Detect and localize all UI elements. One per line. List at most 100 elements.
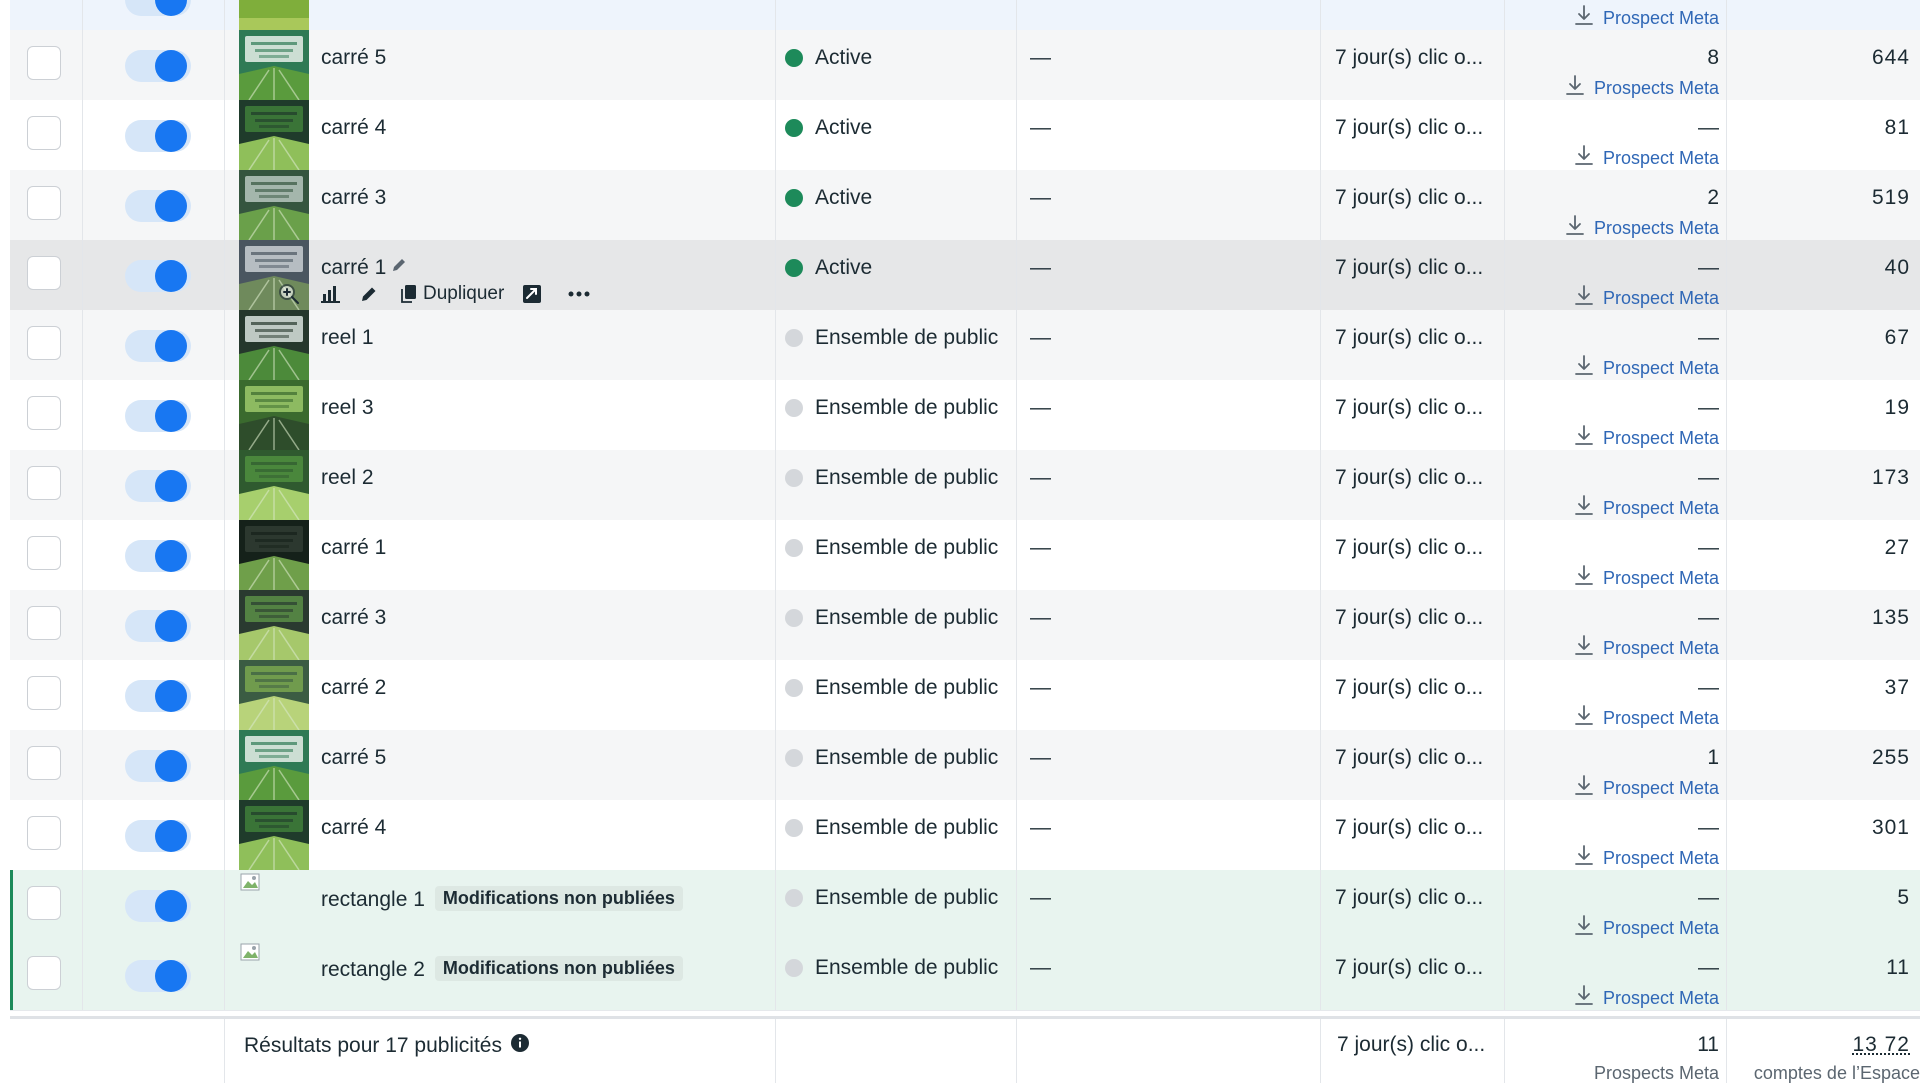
- ad-name[interactable]: carré 1: [321, 536, 386, 560]
- ad-toggle[interactable]: [125, 330, 191, 362]
- row-checkbox[interactable]: [27, 116, 61, 150]
- ad-thumbnail[interactable]: [239, 660, 309, 730]
- ad-toggle[interactable]: [125, 610, 191, 642]
- prospect-link[interactable]: Prospect Meta: [1573, 704, 1719, 733]
- prospect-link[interactable]: Prospect Meta: [1573, 4, 1719, 33]
- ad-thumbnail[interactable]: [239, 170, 309, 240]
- ad-toggle[interactable]: [125, 890, 191, 922]
- ad-toggle[interactable]: [125, 190, 191, 222]
- table-row[interactable]: carré 4 Active — 7 jour(s) clic o... — Prospe…: [10, 100, 1920, 171]
- prospect-link[interactable]: Prospect Meta: [1573, 844, 1719, 873]
- ad-thumbnail[interactable]: [239, 0, 309, 30]
- row-checkbox[interactable]: [27, 466, 61, 500]
- ad-name[interactable]: carré 5: [321, 46, 386, 70]
- row-checkbox[interactable]: [27, 606, 61, 640]
- ad-thumbnail[interactable]: [239, 800, 309, 870]
- prospect-label: Prospect Meta: [1602, 428, 1719, 448]
- row-checkbox[interactable]: [27, 676, 61, 710]
- prospect-link[interactable]: Prospect Meta: [1573, 144, 1719, 173]
- ad-thumbnail[interactable]: [239, 380, 309, 450]
- row-checkbox[interactable]: [27, 326, 61, 360]
- table-row[interactable]: carré 3 Active — 7 jour(s) clic o... 2 Prospe…: [10, 170, 1920, 241]
- row-checkbox[interactable]: [27, 536, 61, 570]
- table-row[interactable]: carré 5 Ensemble de public — 7 jour(s) clic…: [10, 730, 1920, 801]
- table-row[interactable]: carré 4 Ensemble de public — 7 jour(s) clic…: [10, 800, 1920, 871]
- ad-toggle[interactable]: [125, 470, 191, 502]
- prospect-link[interactable]: Prospect Meta: [1573, 914, 1719, 943]
- info-icon[interactable]: [510, 1033, 530, 1059]
- row-checkbox[interactable]: [27, 256, 61, 290]
- footer-reach[interactable]: 13 72: [1852, 1033, 1910, 1057]
- row-checkbox[interactable]: [27, 396, 61, 430]
- ad-toggle[interactable]: [125, 260, 191, 292]
- ad-thumbnail[interactable]: [239, 590, 309, 660]
- ad-name[interactable]: carré 1: [321, 256, 408, 280]
- ad-thumbnail[interactable]: [239, 100, 309, 170]
- prospect-link[interactable]: Prospect Meta: [1573, 424, 1719, 453]
- table-row[interactable]: reel 3 Ensemble de public — 7 jour(s) clic …: [10, 380, 1920, 451]
- row-checkbox[interactable]: [27, 886, 61, 920]
- ad-toggle[interactable]: [125, 960, 191, 992]
- share-icon[interactable]: [522, 284, 542, 304]
- row-checkbox[interactable]: [27, 186, 61, 220]
- duplicate-button[interactable]: Dupliquer: [401, 283, 504, 305]
- ad-name[interactable]: carré 3: [321, 186, 386, 210]
- ad-thumbnail[interactable]: [239, 520, 309, 590]
- ad-thumbnail-broken[interactable]: [239, 870, 309, 940]
- row-checkbox[interactable]: [27, 746, 61, 780]
- table-row[interactable]: rectangle 2 Modifications non publiées Ens…: [10, 940, 1920, 1011]
- ad-name[interactable]: carré 2: [321, 676, 386, 700]
- prospect-link[interactable]: Prospect Meta: [1573, 354, 1719, 383]
- prospect-link[interactable]: Prospects Meta: [1564, 214, 1719, 243]
- ad-thumbnail[interactable]: [239, 30, 309, 100]
- ad-thumbnail[interactable]: [239, 310, 309, 380]
- edit-icon[interactable]: [359, 284, 379, 304]
- ad-name[interactable]: rectangle 2 Modifications non publiées: [321, 956, 683, 982]
- prospect-link[interactable]: Prospect Meta: [1573, 494, 1719, 523]
- ad-toggle[interactable]: [125, 820, 191, 852]
- ad-toggle[interactable]: [125, 540, 191, 572]
- ad-toggle[interactable]: [125, 400, 191, 432]
- column-divider: [1016, 730, 1017, 800]
- table-row[interactable]: carré 1 Dupliquer Active — 7 jour(s) clic …: [10, 240, 1920, 311]
- table-row[interactable]: rectangle 1 Modifications non publiées Ens…: [10, 870, 1920, 941]
- ad-toggle[interactable]: [125, 50, 191, 82]
- prospect-link[interactable]: Prospects Meta: [1564, 74, 1719, 103]
- prospect-link[interactable]: Prospect Meta: [1573, 774, 1719, 803]
- zoom-icon[interactable]: [277, 282, 301, 306]
- table-row[interactable]: carré 2 Ensemble de public — 7 jour(s) clic…: [10, 660, 1920, 731]
- prospect-link[interactable]: Prospect Meta: [1573, 564, 1719, 593]
- table-row[interactable]: carré 5 Active — 7 jour(s) clic o... 8 Prospe…: [10, 30, 1920, 101]
- prospect-link[interactable]: Prospect Meta: [1573, 984, 1719, 1013]
- more-options-icon[interactable]: [568, 291, 590, 297]
- table-row[interactable]: carré 3 Ensemble de public — 7 jour(s) clic…: [10, 590, 1920, 661]
- ad-name[interactable]: carré 4: [321, 116, 386, 140]
- ad-name[interactable]: reel 3: [321, 396, 374, 420]
- ad-thumbnail-broken[interactable]: [239, 940, 309, 1010]
- ad-name[interactable]: carré 5: [321, 746, 386, 770]
- ad-toggle[interactable]: [125, 120, 191, 152]
- ad-name[interactable]: rectangle 1 Modifications non publiées: [321, 886, 683, 912]
- row-checkbox[interactable]: [27, 956, 61, 990]
- ad-toggle[interactable]: [125, 750, 191, 782]
- ad-name[interactable]: reel 2: [321, 466, 374, 490]
- attribution-setting: 7 jour(s) clic o...: [1335, 886, 1484, 909]
- ad-name[interactable]: carré 3: [321, 606, 386, 630]
- ad-thumbnail[interactable]: [239, 730, 309, 800]
- rename-pencil-icon[interactable]: [390, 256, 408, 280]
- table-row[interactable]: carré 1 Ensemble de public — 7 jour(s) clic…: [10, 520, 1920, 591]
- ad-name[interactable]: reel 1: [321, 326, 374, 350]
- ad-toggle[interactable]: [125, 0, 191, 16]
- ad-thumbnail[interactable]: [239, 240, 309, 310]
- table-row[interactable]: reel 2 Ensemble de public — 7 jour(s) clic …: [10, 450, 1920, 521]
- prospect-link[interactable]: Prospect Meta: [1573, 634, 1719, 663]
- table-row-partial[interactable]: Prospect Meta: [10, 0, 1920, 31]
- stats-icon[interactable]: [321, 285, 341, 303]
- table-row[interactable]: reel 1 Ensemble de public — 7 jour(s) clic …: [10, 310, 1920, 381]
- ad-toggle[interactable]: [125, 680, 191, 712]
- row-checkbox[interactable]: [27, 816, 61, 850]
- ad-thumbnail[interactable]: [239, 450, 309, 520]
- ad-name[interactable]: carré 4: [321, 816, 386, 840]
- row-checkbox[interactable]: [27, 46, 61, 80]
- prospect-link[interactable]: Prospect Meta: [1573, 284, 1719, 313]
